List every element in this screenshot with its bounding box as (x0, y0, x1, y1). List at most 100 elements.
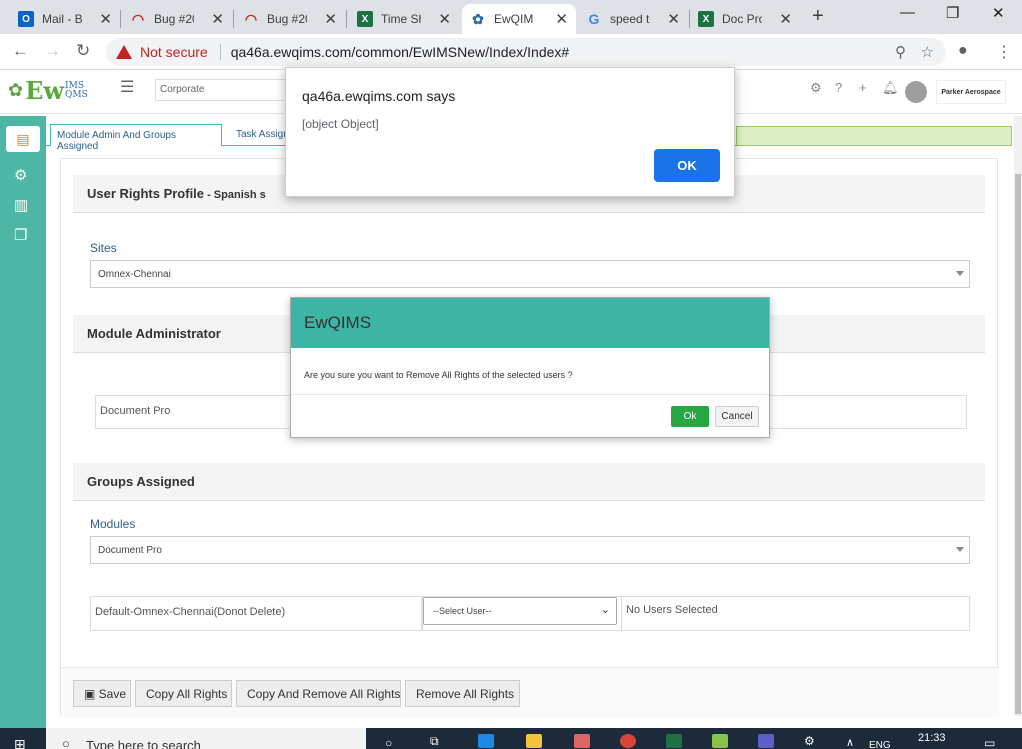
group-name-cell: Default-Omnex-Chennai(Donot Delete) (90, 596, 422, 631)
file-explorer-icon[interactable] (526, 734, 542, 748)
add-icon[interactable]: + (859, 80, 867, 95)
minimize-icon[interactable]: — (900, 4, 915, 21)
browser-tab-docpro[interactable]: X Doc Pro ✕ (690, 4, 800, 34)
left-sidebar: ▤ ⚙ ▥ ❐ (0, 116, 46, 749)
close-icon[interactable]: ✕ (211, 10, 224, 28)
browser-tab-mail[interactable]: O Mail - Ba ✕ (10, 4, 120, 34)
close-icon[interactable]: ✕ (779, 10, 792, 28)
edge-icon[interactable] (478, 734, 494, 748)
excel-icon: X (357, 11, 373, 27)
language-indicator[interactable]: ENG (869, 740, 891, 749)
corporate-dropdown[interactable]: Corporate (155, 79, 295, 101)
tray-chevron-icon[interactable]: ∧ (846, 736, 854, 749)
teams-icon[interactable] (758, 734, 774, 748)
modules-label: Modules (90, 517, 136, 531)
avatar[interactable] (905, 81, 927, 103)
search-icon: ○ (62, 736, 70, 749)
paint-icon[interactable] (712, 734, 728, 748)
footer-actions: ▣ Save Copy All Rights Copy And Remove A… (61, 667, 999, 717)
restore-icon[interactable]: ❐ (946, 4, 959, 22)
tab-label: Bug #200 (267, 12, 307, 26)
company-brand-logo: Parker Aerospace (936, 80, 1006, 104)
forward-icon[interactable]: → (44, 41, 61, 61)
notification-bell-icon[interactable]: 🔔︎ (882, 80, 899, 96)
close-icon[interactable]: ✕ (667, 10, 680, 28)
modal-message: Are you sure you want to Remove All Righ… (304, 370, 573, 380)
document-icon[interactable]: ▤ (6, 126, 40, 152)
modal-title: EwQIMS (291, 298, 769, 348)
profile-title: User Rights Profile (87, 186, 205, 201)
browser-tab-timesheet[interactable]: X Time She ✕ (349, 4, 459, 34)
bookmark-star-icon[interactable]: ☆ (921, 43, 934, 61)
not-secure-label[interactable]: Not secure (140, 44, 208, 60)
copy-and-remove-all-rights-button[interactable]: Copy And Remove All Rights (236, 680, 401, 707)
save-icon: ▣ (84, 687, 99, 701)
modules-select[interactable]: Document Pro (90, 536, 970, 564)
chrome-icon[interactable] (620, 734, 636, 748)
zoom-icon[interactable]: ⚲ (895, 43, 906, 61)
close-icon[interactable]: ✕ (555, 10, 568, 28)
url-text[interactable]: qa46a.ewqims.com/common/EwIMSNew/Index/I… (231, 44, 569, 60)
back-icon[interactable]: ← (12, 41, 29, 61)
bug-tracker-icon: ◠ (244, 10, 258, 27)
scrollbar-thumb[interactable] (1015, 174, 1021, 714)
app-icon[interactable] (574, 734, 590, 748)
users-selected-cell: No Users Selected (621, 596, 970, 631)
browser-tab-bug-1[interactable]: ◠ Bug #200 ✕ (122, 4, 232, 34)
reload-icon[interactable]: ↻ (76, 41, 90, 61)
building-icon[interactable]: ▥ (14, 196, 28, 214)
taskbar-search[interactable]: ○ Type here to search (46, 728, 366, 749)
confirm-modal: EwQIMS Are you sure you want to Remove A… (290, 297, 770, 438)
alert-ok-button[interactable]: OK (654, 149, 720, 182)
copy-icon[interactable]: ❐ (14, 226, 27, 244)
modal-ok-button[interactable]: Ok (671, 406, 709, 427)
tab-label: Doc Pro (722, 12, 762, 26)
remove-all-rights-button[interactable]: Remove All Rights (405, 680, 520, 707)
tab-label: Bug #200 (154, 12, 194, 26)
excel-taskbar-icon[interactable] (666, 734, 682, 748)
cortana-icon[interactable]: ○ (385, 736, 401, 749)
excel-icon: X (698, 11, 714, 27)
address-bar[interactable]: Not secure qa46a.ewqims.com/common/EwIMS… (106, 38, 946, 66)
hamburger-menu-icon[interactable]: ☰ (120, 77, 134, 97)
close-icon[interactable]: ✕ (438, 10, 451, 28)
ewqims-icon: ✿ (472, 10, 484, 27)
page-scrollbar[interactable] (1014, 116, 1022, 716)
new-tab-icon[interactable]: + (812, 5, 824, 28)
browser-tab-bug-2[interactable]: ◠ Bug #200 ✕ (235, 4, 345, 34)
gears-icon[interactable]: ⚙ (14, 166, 27, 184)
caret-down-icon (956, 547, 964, 552)
settings-icon[interactable]: ⚙ (804, 734, 820, 748)
select-user-dropdown[interactable]: --Select User-- ⌄ (423, 597, 617, 625)
menu-kebab-icon[interactable]: ⋮ (996, 42, 1012, 62)
windows-start-icon[interactable]: ⊞ (14, 736, 26, 749)
window-close-icon[interactable]: ✕ (992, 4, 1005, 22)
groups-header: Groups Assigned (73, 463, 985, 501)
logo-sub: IMS QMS (65, 80, 88, 100)
browser-tab-speedtest[interactable]: G speed te ✕ (578, 4, 688, 34)
tab-label: Time She (381, 12, 421, 26)
tab-label: Mail - Ba (42, 12, 82, 26)
tab-task-assign[interactable]: Task Assign (230, 124, 290, 146)
help-icon[interactable]: ? (835, 80, 842, 95)
settings-gear-icon[interactable]: ⚙ (810, 80, 822, 96)
sites-value: Omnex-Chennai (98, 269, 171, 280)
clock[interactable]: 21:33 (918, 732, 946, 744)
profile-icon[interactable]: ● (958, 42, 968, 60)
modal-cancel-button[interactable]: Cancel (715, 406, 759, 427)
ewqims-logo[interactable]: ✿ Ew IMS QMS (8, 76, 88, 105)
alert-message: [object Object] (302, 117, 379, 131)
success-banner (736, 126, 1012, 146)
no-users-text: No Users Selected (626, 604, 718, 616)
chevron-down-icon: ⌄ (600, 604, 610, 616)
sites-select[interactable]: Omnex-Chennai (90, 260, 970, 288)
tab-module-admin[interactable]: Module Admin And Groups Assigned (50, 124, 222, 152)
browser-tab-ewqims[interactable]: ✿ EwQIMS ✕ (462, 4, 576, 34)
windows-taskbar: ⊞ ○ Type here to search ○ ⧉ ⚙ ∧ ENG 21:3… (0, 728, 1022, 749)
notifications-icon[interactable]: ▭ (984, 736, 995, 749)
copy-all-rights-button[interactable]: Copy All Rights (135, 680, 232, 707)
task-view-icon[interactable]: ⧉ (430, 734, 446, 748)
close-icon[interactable]: ✕ (324, 10, 337, 28)
close-icon[interactable]: ✕ (99, 10, 112, 28)
save-button[interactable]: ▣ Save (73, 680, 131, 707)
